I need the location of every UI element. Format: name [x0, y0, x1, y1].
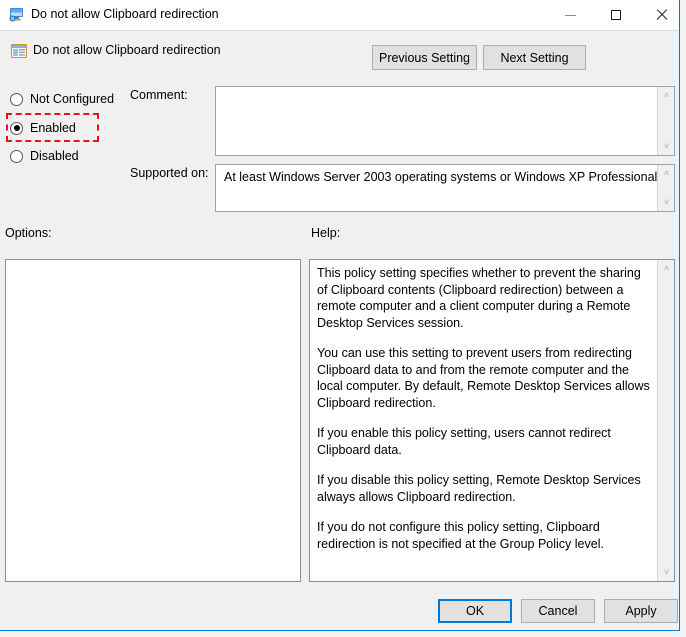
- supported-on-scrollbar[interactable]: ˄ ˅: [657, 165, 674, 211]
- monitor-policy-icon: [8, 7, 25, 23]
- help-paragraph: If you do not configure this policy sett…: [317, 519, 650, 552]
- close-button[interactable]: [639, 0, 685, 29]
- radio-not-configured[interactable]: Not Configured: [10, 90, 114, 108]
- options-panel[interactable]: [5, 259, 301, 582]
- setting-title: Do not allow Clipboard redirection: [33, 43, 221, 57]
- previous-setting-button[interactable]: Previous Setting: [372, 45, 477, 70]
- help-paragraph: You can use this setting to prevent user…: [317, 345, 650, 411]
- radio-disabled[interactable]: Disabled: [10, 147, 79, 165]
- help-paragraph: If you enable this policy setting, users…: [317, 425, 650, 458]
- radio-label-enabled: Enabled: [30, 121, 76, 135]
- scroll-down-icon[interactable]: ˅: [658, 564, 675, 581]
- maximize-icon: [611, 10, 621, 20]
- title-bar[interactable]: Do not allow Clipboard redirection: [0, 0, 679, 31]
- comment-scrollbar[interactable]: ˄ ˅: [657, 87, 674, 155]
- ok-button[interactable]: OK: [438, 599, 512, 623]
- scroll-up-icon[interactable]: ˄: [658, 87, 675, 104]
- radio-label-disabled: Disabled: [30, 149, 79, 163]
- options-label: Options:: [5, 226, 52, 240]
- help-panel: This policy setting specifies whether to…: [309, 259, 675, 582]
- comment-input[interactable]: ˄ ˅: [215, 86, 675, 156]
- help-label: Help:: [311, 226, 340, 240]
- apply-button[interactable]: Apply: [604, 599, 678, 623]
- help-text: This policy setting specifies whether to…: [317, 265, 650, 552]
- radio-label-not-configured: Not Configured: [30, 92, 114, 106]
- supported-on-label: Supported on:: [130, 166, 209, 180]
- minimize-icon: [565, 15, 576, 16]
- supported-on-field: At least Windows Server 2003 operating s…: [215, 164, 675, 212]
- window-title: Do not allow Clipboard redirection: [31, 7, 219, 21]
- scroll-up-icon[interactable]: ˄: [658, 260, 675, 277]
- group-policy-setting-icon: [10, 42, 28, 60]
- help-scrollbar[interactable]: ˄ ˅: [657, 260, 674, 581]
- cancel-button[interactable]: Cancel: [521, 599, 595, 623]
- comment-label: Comment:: [130, 88, 188, 102]
- radio-circle-disabled: [10, 150, 23, 163]
- close-icon: [656, 9, 668, 21]
- radio-circle-not-configured: [10, 93, 23, 106]
- scroll-up-icon[interactable]: ˄: [658, 165, 675, 182]
- minimize-button[interactable]: [547, 0, 593, 29]
- help-paragraph: If you disable this policy setting, Remo…: [317, 472, 650, 505]
- maximize-button[interactable]: [593, 0, 639, 29]
- supported-on-value: At least Windows Server 2003 operating s…: [224, 170, 657, 184]
- policy-setting-dialog: Do not allow Clipboard redirection Do no…: [0, 0, 680, 631]
- radio-circle-enabled: [10, 122, 23, 135]
- next-setting-button[interactable]: Next Setting: [483, 45, 586, 70]
- scroll-down-icon[interactable]: ˅: [658, 138, 675, 155]
- scroll-down-icon[interactable]: ˅: [658, 194, 675, 211]
- radio-enabled[interactable]: Enabled: [10, 119, 76, 137]
- help-paragraph: This policy setting specifies whether to…: [317, 265, 650, 331]
